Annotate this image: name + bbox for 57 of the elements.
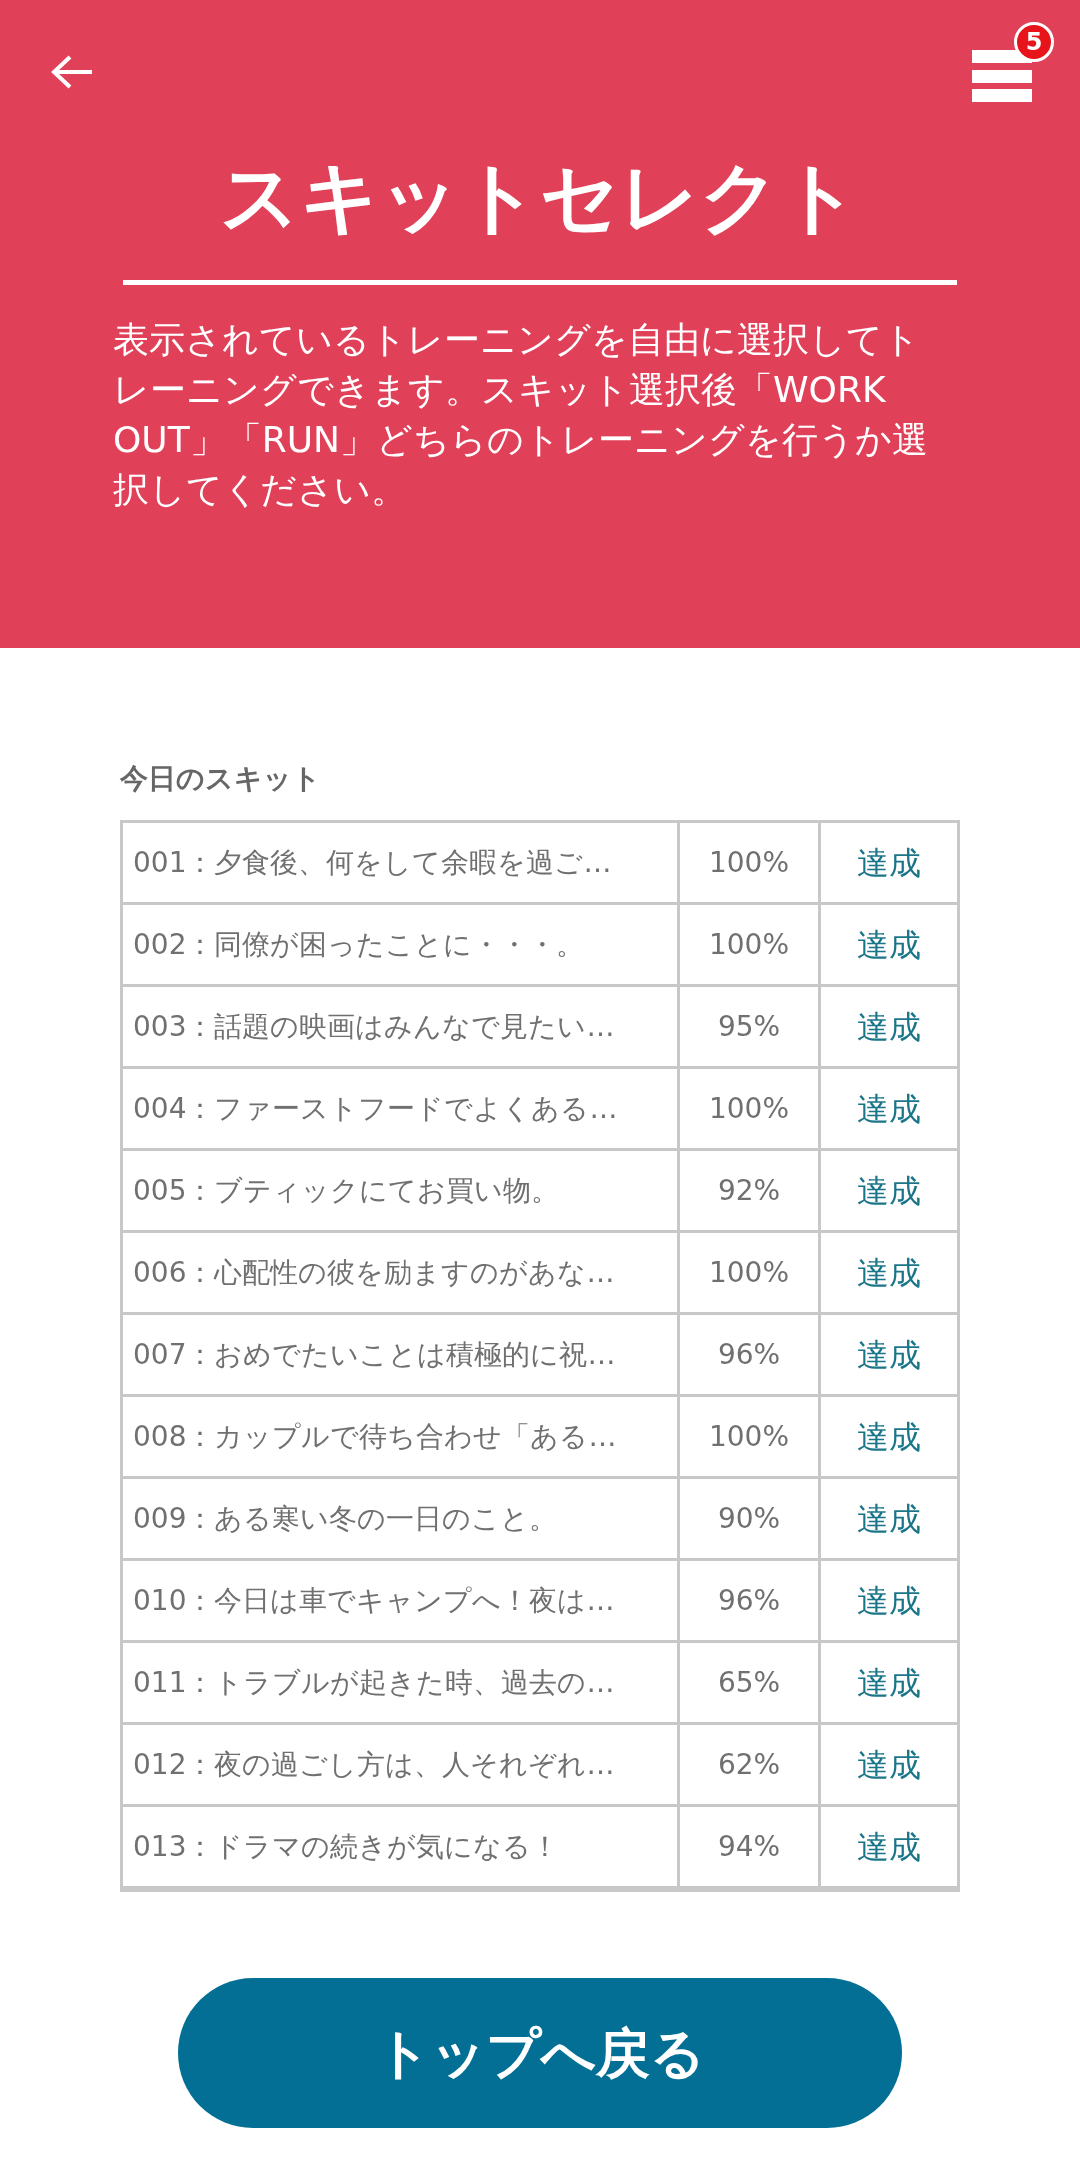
status-cell-text: 達成 bbox=[856, 842, 922, 884]
notification-badge: 5 bbox=[1014, 22, 1054, 62]
page-title: スキットセレクト bbox=[219, 158, 861, 236]
skit-title: 012：夜の過ごし方は、人それぞれ… bbox=[123, 1725, 680, 1804]
skit-title: 005：ブティックにてお買い物。 bbox=[123, 1151, 680, 1230]
score-cell: 96% bbox=[680, 1315, 821, 1394]
skit-row[interactable]: 010：今日は車でキャンプへ！夜は… 96% 達成 bbox=[123, 1561, 957, 1643]
score-cell: 95% bbox=[680, 987, 821, 1066]
skit-row[interactable]: 007：おめでたいことは積極的に祝… 96% 達成 bbox=[123, 1315, 957, 1397]
status-cell-text: 達成 bbox=[856, 1006, 922, 1048]
skit-title: 007：おめでたいことは積極的に祝… bbox=[123, 1315, 680, 1394]
score-cell: 62% bbox=[680, 1725, 821, 1804]
score-cell: 90% bbox=[680, 1479, 821, 1558]
section-label: 今日のスキット bbox=[120, 761, 322, 797]
status-cell-text: 達成 bbox=[856, 1580, 922, 1622]
skit-title: 002：同僚が困ったことに・・・。 bbox=[123, 905, 680, 984]
status-cell-text: 達成 bbox=[856, 1416, 922, 1458]
description-text: 表示されているトレーニングを自由に選択してトレーニングできます。スキット選択後「WORK OUT」「RUN」どちらのトレーニングを行うか選択してください。 bbox=[113, 318, 929, 512]
status-cell-text: 達成 bbox=[856, 1334, 922, 1376]
skit-row[interactable]: 012：夜の過ごし方は、人それぞれ… 62% 達成 bbox=[123, 1725, 957, 1807]
skit-title: 001：夕食後、何をして余暇を過ご… bbox=[123, 823, 680, 902]
status-cell-text: 達成 bbox=[856, 1498, 922, 1540]
skit-title: 010：今日は車でキャンプへ！夜は… bbox=[123, 1561, 680, 1640]
status-cell-text: 達成 bbox=[856, 1252, 922, 1294]
skit-row[interactable]: 009：ある寒い冬の一日のこと。 90% 達成 bbox=[123, 1479, 957, 1561]
score-cell: 100% bbox=[680, 1069, 821, 1148]
skit-row[interactable]: 005：ブティックにてお買い物。 92% 達成 bbox=[123, 1151, 957, 1233]
back-to-top-button[interactable]: トップへ戻る bbox=[178, 1978, 902, 2128]
score-cell: 96% bbox=[680, 1561, 821, 1640]
score-cell: 92% bbox=[680, 1151, 821, 1230]
skit-title: 006：心配性の彼を励ますのがあな… bbox=[123, 1233, 680, 1312]
skit-row[interactable]: 011：トラブルが起きた時、過去の… 65% 達成 bbox=[123, 1643, 957, 1725]
skit-title: 011：トラブルが起きた時、過去の… bbox=[123, 1643, 680, 1722]
skit-title: 009：ある寒い冬の一日のこと。 bbox=[123, 1479, 680, 1558]
score-cell: 100% bbox=[680, 823, 821, 902]
skit-title: 013：ドラマの続きが気になる！ bbox=[123, 1807, 680, 1886]
skit-title: 003：話題の映画はみんなで見たい… bbox=[123, 987, 680, 1066]
skit-row[interactable]: 003：話題の映画はみんなで見たい… 95% 達成 bbox=[123, 987, 957, 1069]
status-cell-text: 達成 bbox=[856, 1826, 922, 1868]
status-cell-text: 達成 bbox=[856, 1744, 922, 1786]
score-cell: 100% bbox=[680, 905, 821, 984]
skit-title: 008：カップルで待ち合わせ「ある… bbox=[123, 1397, 680, 1476]
skit-title: 004：ファーストフードでよくある… bbox=[123, 1069, 680, 1148]
status-cell-text: 達成 bbox=[856, 1170, 922, 1212]
skit-row[interactable]: 008：カップルで待ち合わせ「ある… 100% 達成 bbox=[123, 1397, 957, 1479]
skit-row[interactable]: 001：夕食後、何をして余暇を過ご… 100% 達成 bbox=[123, 823, 957, 905]
score-cell: 100% bbox=[680, 1233, 821, 1312]
score-cell: 100% bbox=[680, 1397, 821, 1476]
status-cell-text: 達成 bbox=[856, 1088, 922, 1130]
skit-row[interactable]: 006：心配性の彼を励ますのがあな… 100% 達成 bbox=[123, 1233, 957, 1315]
skit-row[interactable]: 002：同僚が困ったことに・・・。 100% 達成 bbox=[123, 905, 957, 987]
status-cell-text: 達成 bbox=[856, 1662, 922, 1704]
skit-row[interactable]: 013：ドラマの続きが気になる！ 94% 達成 bbox=[123, 1807, 957, 1889]
skit-row[interactable]: 004：ファーストフードでよくある… 100% 達成 bbox=[123, 1069, 957, 1151]
status-cell-text: 達成 bbox=[856, 924, 922, 966]
score-cell: 94% bbox=[680, 1807, 821, 1886]
score-cell: 65% bbox=[680, 1643, 821, 1722]
